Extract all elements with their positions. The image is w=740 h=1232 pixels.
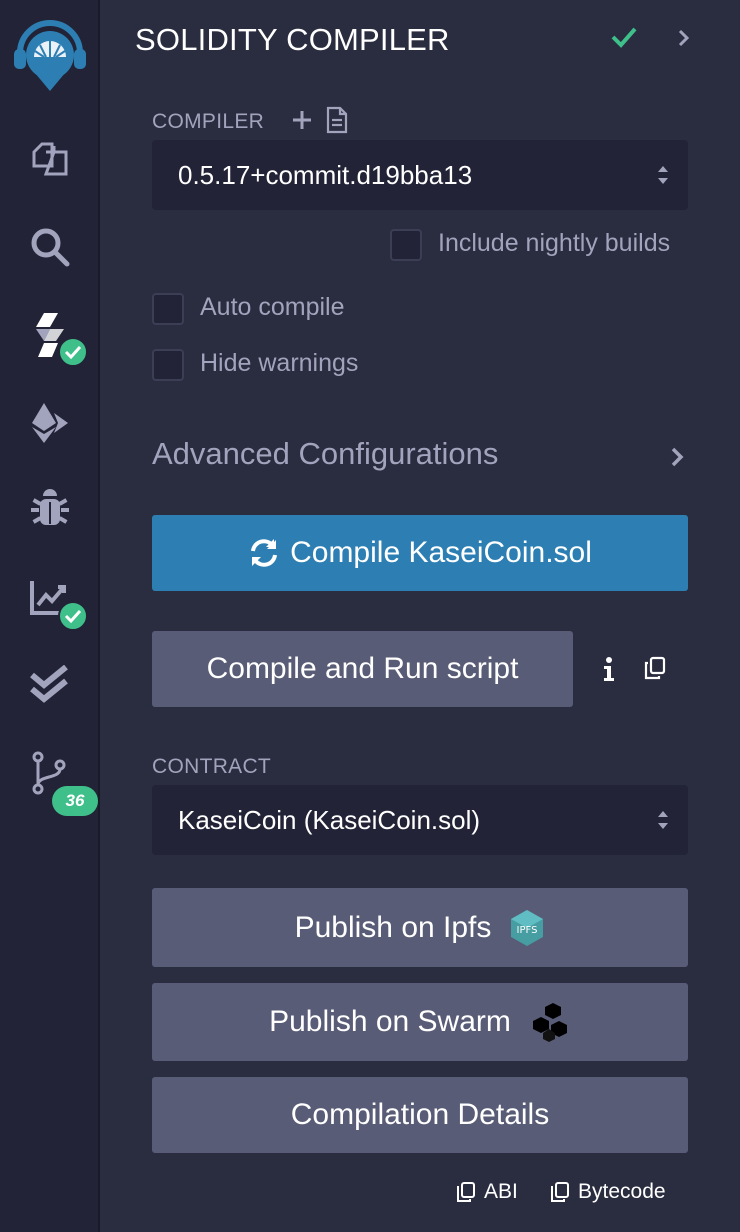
ipfs-logo-icon: IPFS — [509, 909, 545, 947]
git-changes-badge: 36 — [52, 786, 98, 816]
compile-and-run-script-button[interactable]: Compile and Run script — [152, 631, 573, 707]
select-arrows-icon — [656, 162, 670, 195]
auto-compile-label: Auto compile — [200, 293, 345, 321]
icon-rail: 36 — [0, 0, 100, 1232]
compilation-details-label: Compilation Details — [290, 1098, 550, 1131]
analysis-icon[interactable] — [0, 562, 100, 632]
info-icon[interactable] — [602, 656, 616, 687]
contract-label: CONTRACT — [152, 755, 272, 778]
unit-testing-icon[interactable] — [0, 650, 100, 720]
copy-bytecode-icon — [551, 1182, 569, 1202]
deploy-ethereum-icon[interactable] — [0, 388, 100, 458]
add-compiler-icon[interactable] — [290, 108, 314, 137]
hide-warnings-checkbox[interactable] — [152, 349, 184, 381]
analysis-success-badge-icon — [58, 601, 88, 631]
include-nightly-label: Include nightly builds — [438, 229, 671, 257]
refresh-icon — [248, 537, 280, 569]
remix-logo-icon[interactable] — [0, 14, 100, 96]
compile-button-label: Compile KaseiCoin.sol — [290, 536, 592, 569]
publish-swarm-button[interactable]: Publish on Swarm — [152, 983, 688, 1061]
panel-title: SOLIDITY COMPILER — [135, 22, 450, 57]
select-arrows-icon — [656, 807, 670, 840]
copy-abi-link[interactable]: ABI — [456, 1180, 518, 1204]
hide-warnings-label: Hide warnings — [200, 349, 359, 377]
solidity-compiler-panel: SOLIDITY COMPILER COMPILER 0.5.17+commit… — [102, 0, 740, 1232]
auto-compile-checkbox[interactable] — [152, 293, 184, 325]
file-document-icon[interactable] — [326, 106, 348, 139]
status-check-icon — [610, 26, 638, 53]
solidity-compiler-icon[interactable] — [0, 300, 100, 370]
search-icon[interactable] — [0, 212, 100, 282]
contract-select[interactable]: KaseiCoin (KaseiCoin.sol) — [152, 785, 688, 855]
advanced-configurations-toggle[interactable]: Advanced Configurations — [152, 436, 498, 472]
compiler-success-badge-icon — [58, 337, 88, 367]
include-nightly-checkbox[interactable] — [390, 229, 422, 261]
compiler-version-value: 0.5.17+commit.d19bba13 — [178, 159, 473, 190]
copy-abi-icon — [457, 1182, 475, 1202]
file-explorer-icon[interactable] — [0, 123, 100, 193]
copy-icon[interactable] — [644, 656, 666, 685]
compilation-details-button[interactable]: Compilation Details — [152, 1077, 688, 1153]
debugger-icon[interactable] — [0, 474, 100, 544]
compile-and-run-label: Compile and Run script — [206, 652, 519, 685]
advanced-chevron-right-icon[interactable] — [670, 446, 684, 473]
contract-selected-value: KaseiCoin (KaseiCoin.sol) — [178, 804, 481, 835]
compile-button[interactable]: Compile KaseiCoin.sol — [152, 515, 688, 591]
publish-swarm-label: Publish on Swarm — [269, 1005, 511, 1038]
bytecode-label: Bytecode — [578, 1180, 666, 1203]
publish-ipfs-button[interactable]: Publish on Ipfs IPFS — [152, 888, 688, 967]
chevron-right-icon[interactable] — [677, 28, 691, 53]
swarm-logo-icon — [529, 1001, 571, 1043]
copy-bytecode-link[interactable]: Bytecode — [550, 1180, 666, 1204]
svg-text:IPFS: IPFS — [517, 925, 538, 936]
compiler-version-select[interactable]: 0.5.17+commit.d19bba13 — [152, 140, 688, 210]
publish-ipfs-label: Publish on Ipfs — [294, 910, 492, 944]
compiler-label: COMPILER — [152, 110, 265, 133]
abi-label: ABI — [484, 1180, 518, 1203]
